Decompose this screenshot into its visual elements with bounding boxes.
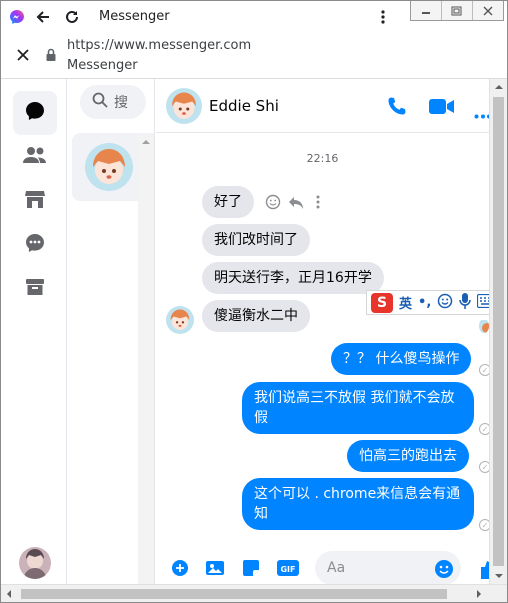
ime-punctuation[interactable]: •,	[418, 295, 431, 310]
window-controls	[410, 1, 504, 21]
reload-icon[interactable]	[62, 7, 82, 27]
gif-icon[interactable]: GIF	[277, 560, 299, 580]
video-call-icon[interactable]	[429, 98, 455, 119]
close-icon[interactable]	[13, 45, 33, 65]
ime-toolbar: S 英 •,	[366, 290, 507, 315]
archive-icon	[25, 277, 45, 301]
incoming-message[interactable]: 我们改时间了	[202, 224, 310, 256]
messenger-logo-icon	[7, 7, 27, 27]
browser-window: Messenger https://www.messenger.com Mess…	[0, 0, 508, 603]
message-more-icon[interactable]	[316, 194, 320, 214]
close-window-button[interactable]	[472, 1, 503, 20]
outgoing-message[interactable]: 这个可以 . chrome来信息会有通知	[242, 478, 474, 530]
contact-avatar[interactable]	[166, 306, 194, 334]
people-icon	[23, 145, 47, 169]
sidebar-item-archive[interactable]	[13, 267, 57, 311]
incoming-message[interactable]: 傻逼衡水二中	[202, 300, 310, 332]
sticker-icon[interactable]	[243, 560, 259, 580]
react-emoji-icon[interactable]	[265, 194, 281, 214]
header-avatar[interactable]	[166, 88, 202, 124]
reply-icon[interactable]	[288, 195, 304, 214]
more-options-icon[interactable]	[474, 104, 491, 123]
title-bar: Messenger	[1, 1, 507, 33]
contact-avatar	[85, 143, 133, 191]
tab-title: Messenger	[99, 9, 170, 24]
marketplace-icon	[24, 189, 46, 213]
plus-icon[interactable]	[172, 560, 188, 580]
message-requests-icon	[24, 232, 46, 258]
outgoing-message[interactable]: 怕高三的跑出去	[347, 440, 469, 472]
url-text[interactable]: https://www.messenger.com	[67, 38, 251, 53]
address-bar: https://www.messenger.com Messenger	[1, 33, 507, 79]
chat-bubble-icon	[24, 100, 46, 126]
message-composer: GIF Aa	[156, 549, 489, 585]
sidebar-item-chats[interactable]	[13, 91, 57, 135]
app-sidebar	[1, 79, 67, 584]
conversation-item[interactable]	[72, 133, 146, 201]
incoming-message[interactable]: 明天送行李，正月16开学	[202, 262, 384, 294]
chat-header: Eddie Shi	[156, 79, 491, 133]
ime-emoji-icon[interactable]	[437, 293, 453, 313]
photo-icon[interactable]	[206, 560, 224, 580]
ime-logo[interactable]: S	[371, 292, 393, 313]
own-avatar[interactable]	[19, 547, 51, 579]
emoji-icon[interactable]	[435, 560, 453, 582]
back-arrow-icon[interactable]	[33, 7, 53, 27]
incoming-message[interactable]: 好了	[202, 186, 254, 218]
restore-button[interactable]	[441, 1, 472, 20]
page-title: Messenger	[67, 58, 138, 73]
lock-icon	[41, 45, 61, 65]
seen-avatar	[479, 319, 489, 333]
horizontal-scrollbar[interactable]	[1, 584, 507, 602]
vertical-scrollbar[interactable]	[489, 79, 507, 584]
contact-name[interactable]: Eddie Shi	[209, 97, 279, 115]
message-timestamp: 22:16	[306, 152, 339, 165]
svg-text:GIF: GIF	[280, 565, 295, 574]
chat-pane: Eddie Shi 22:16 好了 我们改时间了 明天送行李，正月16开学 傻…	[156, 79, 491, 585]
minimize-button[interactable]	[411, 1, 441, 20]
search-label: 搜	[114, 95, 128, 111]
sidebar-item-requests[interactable]	[13, 223, 57, 267]
like-icon[interactable]	[479, 559, 489, 583]
search-input[interactable]: 搜	[80, 85, 146, 119]
ime-microphone-icon[interactable]	[459, 292, 472, 313]
ime-mode[interactable]: 英	[399, 293, 412, 312]
phone-icon[interactable]	[387, 96, 407, 120]
message-placeholder: Aa	[327, 560, 346, 576]
sidebar-item-marketplace[interactable]	[13, 179, 57, 223]
sidebar-item-people[interactable]	[13, 135, 57, 179]
outgoing-message[interactable]: ？？ 什么傻鸟操作	[331, 343, 472, 375]
more-vertical-icon[interactable]	[373, 7, 393, 27]
horizontal-scroll-thumb[interactable]	[21, 589, 447, 599]
vertical-scroll-thumb[interactable]	[493, 97, 504, 566]
outgoing-message[interactable]: 我们说高三不放假 我们就不会放假	[242, 382, 474, 434]
conversation-scrollbar[interactable]	[138, 133, 154, 584]
search-icon	[92, 92, 108, 112]
